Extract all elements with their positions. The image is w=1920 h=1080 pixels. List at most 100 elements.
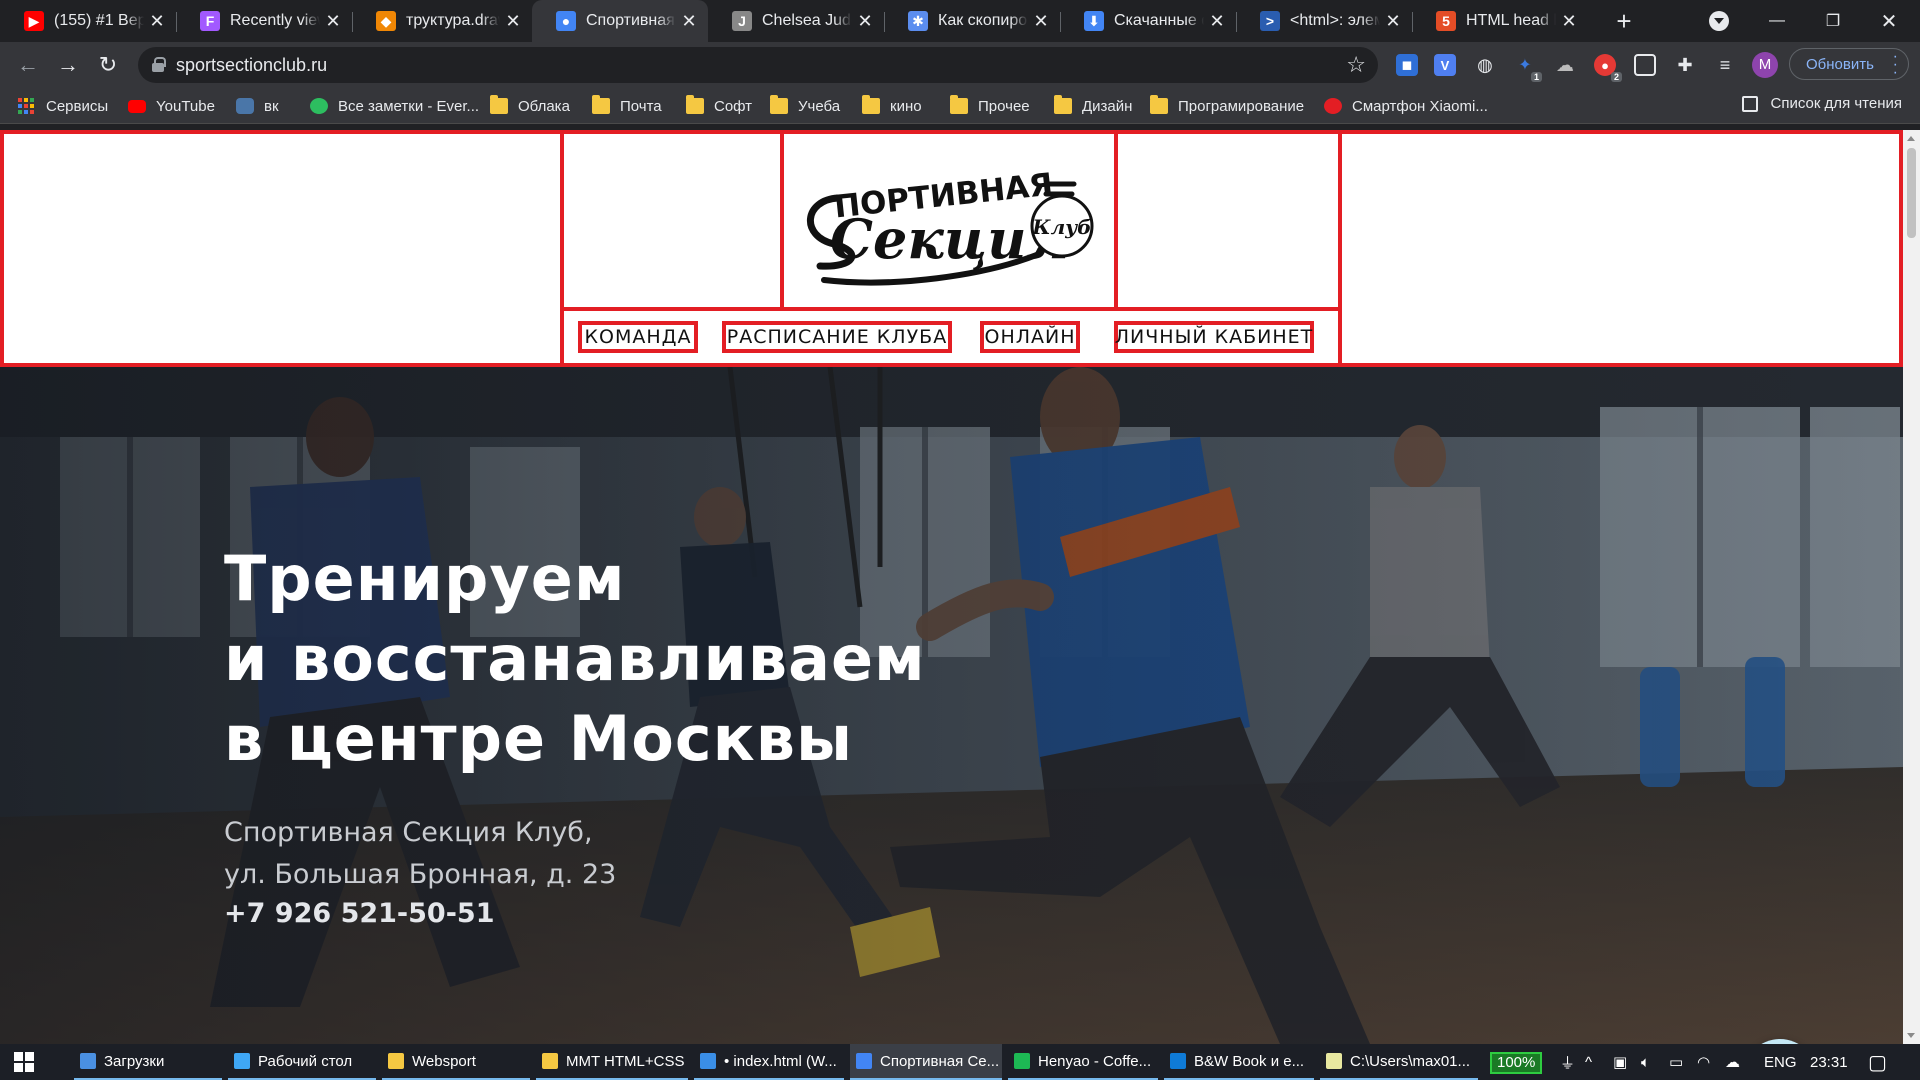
apps-grid-icon	[18, 98, 36, 114]
tray-volume-icon[interactable]: 🔈︎	[1641, 1044, 1650, 1080]
scroll-down-arrow-icon[interactable]	[1907, 1033, 1915, 1038]
tab-close-icon[interactable]: ✕	[1560, 11, 1578, 32]
bookmark-item[interactable]: Учеба	[770, 95, 840, 117]
nav-online[interactable]: ОНЛАЙН	[980, 321, 1080, 353]
browser-tab[interactable]: J Chelsea Judo ✕	[708, 0, 884, 42]
site-logo[interactable]: ПОРТИВНАЯ Секция Клуб	[780, 134, 1118, 311]
new-tab-button[interactable]: +	[1608, 6, 1640, 38]
extension-bird-icon[interactable]: ✦ 1	[1514, 54, 1542, 82]
nav-team[interactable]: КОМАНДА	[578, 321, 698, 353]
page-scrollbar[interactable]	[1903, 130, 1920, 1044]
scrollbar-thumb[interactable]	[1907, 148, 1916, 238]
tab-close-icon[interactable]: ✕	[1384, 11, 1402, 32]
bookmark-item[interactable]: Почта	[592, 95, 662, 117]
web-page: ПОРТИВНАЯ Секция Клуб КОМАНДА РАСПИСАНИЕ …	[0, 130, 1903, 1044]
tray-language[interactable]: ENG	[1764, 1044, 1797, 1080]
bookmark-star-icon[interactable]: ☆	[1346, 52, 1366, 78]
tab-close-icon[interactable]: ✕	[856, 11, 874, 32]
restore-button[interactable]: ❐	[1806, 0, 1860, 42]
bookmark-item[interactable]: Все заметки - Ever...	[310, 95, 479, 117]
bookmark-item[interactable]: Програмирование	[1150, 95, 1304, 117]
tab-close-icon[interactable]: ✕	[148, 11, 166, 32]
taskbar-app[interactable]: Websport	[382, 1044, 530, 1080]
extension-record-icon[interactable]: ● 2	[1594, 54, 1622, 82]
browser-tab[interactable]: ▶ (155) #1 Верстка✕	[0, 0, 176, 42]
hero-address-line: ул. Большая Бронная, д. 23	[224, 859, 617, 890]
taskbar-app[interactable]: Henyao - Coffe...	[1008, 1044, 1158, 1080]
extension-v-icon[interactable]: V	[1434, 54, 1456, 76]
menu-dots-icon[interactable]: · · ·	[1893, 49, 1898, 81]
tray-clock[interactable]: 23:31	[1810, 1044, 1848, 1080]
bookmark-item[interactable]: Смартфон Xiaomi...	[1324, 95, 1488, 117]
tab-search-icon[interactable]	[1709, 11, 1729, 31]
browser-tab[interactable]: ⬇ Скачанные файлы✕	[1060, 0, 1236, 42]
browser-tab[interactable]: 5 HTML head lang✕	[1412, 0, 1588, 42]
bookmark-item[interactable]: Софт	[686, 95, 752, 117]
reload-button[interactable]: ↻	[92, 49, 124, 81]
taskbar-app-icon	[1170, 1053, 1186, 1069]
browser-tab[interactable]: ◆ труктура.drawio✕	[352, 0, 532, 42]
update-button[interactable]: Обновить · · ·	[1789, 48, 1909, 81]
taskbar-app[interactable]: Спортивная Се...	[850, 1044, 1002, 1080]
address-bar[interactable]: sportsectionclub.ru ☆	[138, 47, 1378, 83]
tab-close-icon[interactable]: ✕	[680, 11, 698, 32]
tray-battery-icon[interactable]: ▭	[1669, 1044, 1683, 1080]
address-url[interactable]: sportsectionclub.ru	[176, 55, 327, 76]
bookmark-item[interactable]: YouTube	[128, 95, 215, 117]
tray-chevron-icon[interactable]: ^	[1585, 1044, 1592, 1080]
hero-phone[interactable]: +7 926 521-50-51	[224, 898, 495, 929]
bookmark-item[interactable]: Сервисы	[18, 95, 108, 117]
tab-separator	[1412, 12, 1413, 32]
tray-network-icon[interactable]: ▣	[1613, 1044, 1627, 1080]
github-icon: ✱	[908, 11, 928, 31]
tray-plug-icon[interactable]: ⏚	[1560, 1044, 1575, 1080]
forward-button[interactable]: →	[52, 49, 84, 81]
taskbar-app[interactable]: • index.html (W...	[694, 1044, 844, 1080]
browser-tab[interactable]: F Recently viewed✕	[176, 0, 352, 42]
youtube-icon: ▶	[24, 11, 44, 31]
taskbar-app[interactable]: Загрузки	[74, 1044, 222, 1080]
media-control-icon[interactable]: ≡	[1714, 54, 1736, 76]
browser-tab[interactable]: ● Спортивная Секция✕	[532, 0, 708, 42]
tray-wifi-icon[interactable]: ◠	[1697, 1044, 1710, 1080]
taskbar-app-label: B&W Book и е...	[1194, 1052, 1305, 1070]
bookmark-label: Смартфон Xiaomi...	[1352, 97, 1488, 115]
reading-list-button[interactable]: Список для чтения	[1742, 95, 1902, 112]
close-window-button[interactable]: ✕	[1862, 0, 1916, 42]
taskbar-app[interactable]: MMT HTML+CSS	[536, 1044, 688, 1080]
minimize-button[interactable]: —	[1750, 0, 1804, 42]
tab-close-icon[interactable]: ✕	[1208, 11, 1226, 32]
extensions-puzzle-icon[interactable]: ✚	[1674, 54, 1696, 76]
scroll-up-arrow-icon[interactable]	[1907, 136, 1915, 141]
taskbar-app[interactable]: B&W Book и е...	[1164, 1044, 1314, 1080]
back-button[interactable]: ←	[12, 49, 44, 81]
taskbar-app[interactable]: C:\Users\max01...	[1320, 1044, 1478, 1080]
tab-close-icon[interactable]: ✕	[1032, 11, 1050, 32]
bookmark-item[interactable]: кино	[862, 95, 922, 117]
notifications-icon[interactable]: ▢	[1868, 1044, 1887, 1080]
browser-tab[interactable]: ✱ Как скопировать✕	[884, 0, 1060, 42]
bookmark-item[interactable]: Дизайн	[1054, 95, 1132, 117]
bookmark-item[interactable]: Прочее	[950, 95, 1030, 117]
tab-close-icon[interactable]: ✕	[504, 11, 522, 32]
tray-cloud-icon[interactable]: ☁	[1725, 1044, 1740, 1080]
battery-percent[interactable]: 100%	[1490, 1052, 1543, 1074]
lock-icon[interactable]	[152, 57, 166, 72]
tab-close-icon[interactable]: ✕	[324, 11, 342, 32]
profile-avatar[interactable]: M	[1752, 52, 1778, 78]
nav-schedule[interactable]: РАСПИСАНИЕ КЛУБА	[722, 321, 952, 353]
bookmark-item[interactable]: Облака	[490, 95, 570, 117]
taskbar-app-icon	[1014, 1053, 1030, 1069]
tab-title: (155) #1 Верстка	[54, 12, 144, 29]
figma-icon: F	[200, 11, 220, 31]
browser-tab[interactable]: > <html>: элемент✕	[1236, 0, 1412, 42]
extension-shield-icon[interactable]: ◼	[1396, 54, 1418, 76]
bookmark-item[interactable]: вк	[236, 95, 279, 117]
extension-globe-icon[interactable]: ◍	[1474, 54, 1496, 76]
nav-account[interactable]: ЛИЧНЫЙ КАБИНЕТ	[1114, 321, 1314, 353]
start-button[interactable]	[0, 1044, 48, 1080]
taskbar-app[interactable]: Рабочий стол	[228, 1044, 376, 1080]
extension-window-icon[interactable]	[1634, 54, 1656, 76]
extension-cloud-icon[interactable]: ☁	[1554, 54, 1576, 76]
tab-title: HTML head lang	[1466, 12, 1556, 29]
